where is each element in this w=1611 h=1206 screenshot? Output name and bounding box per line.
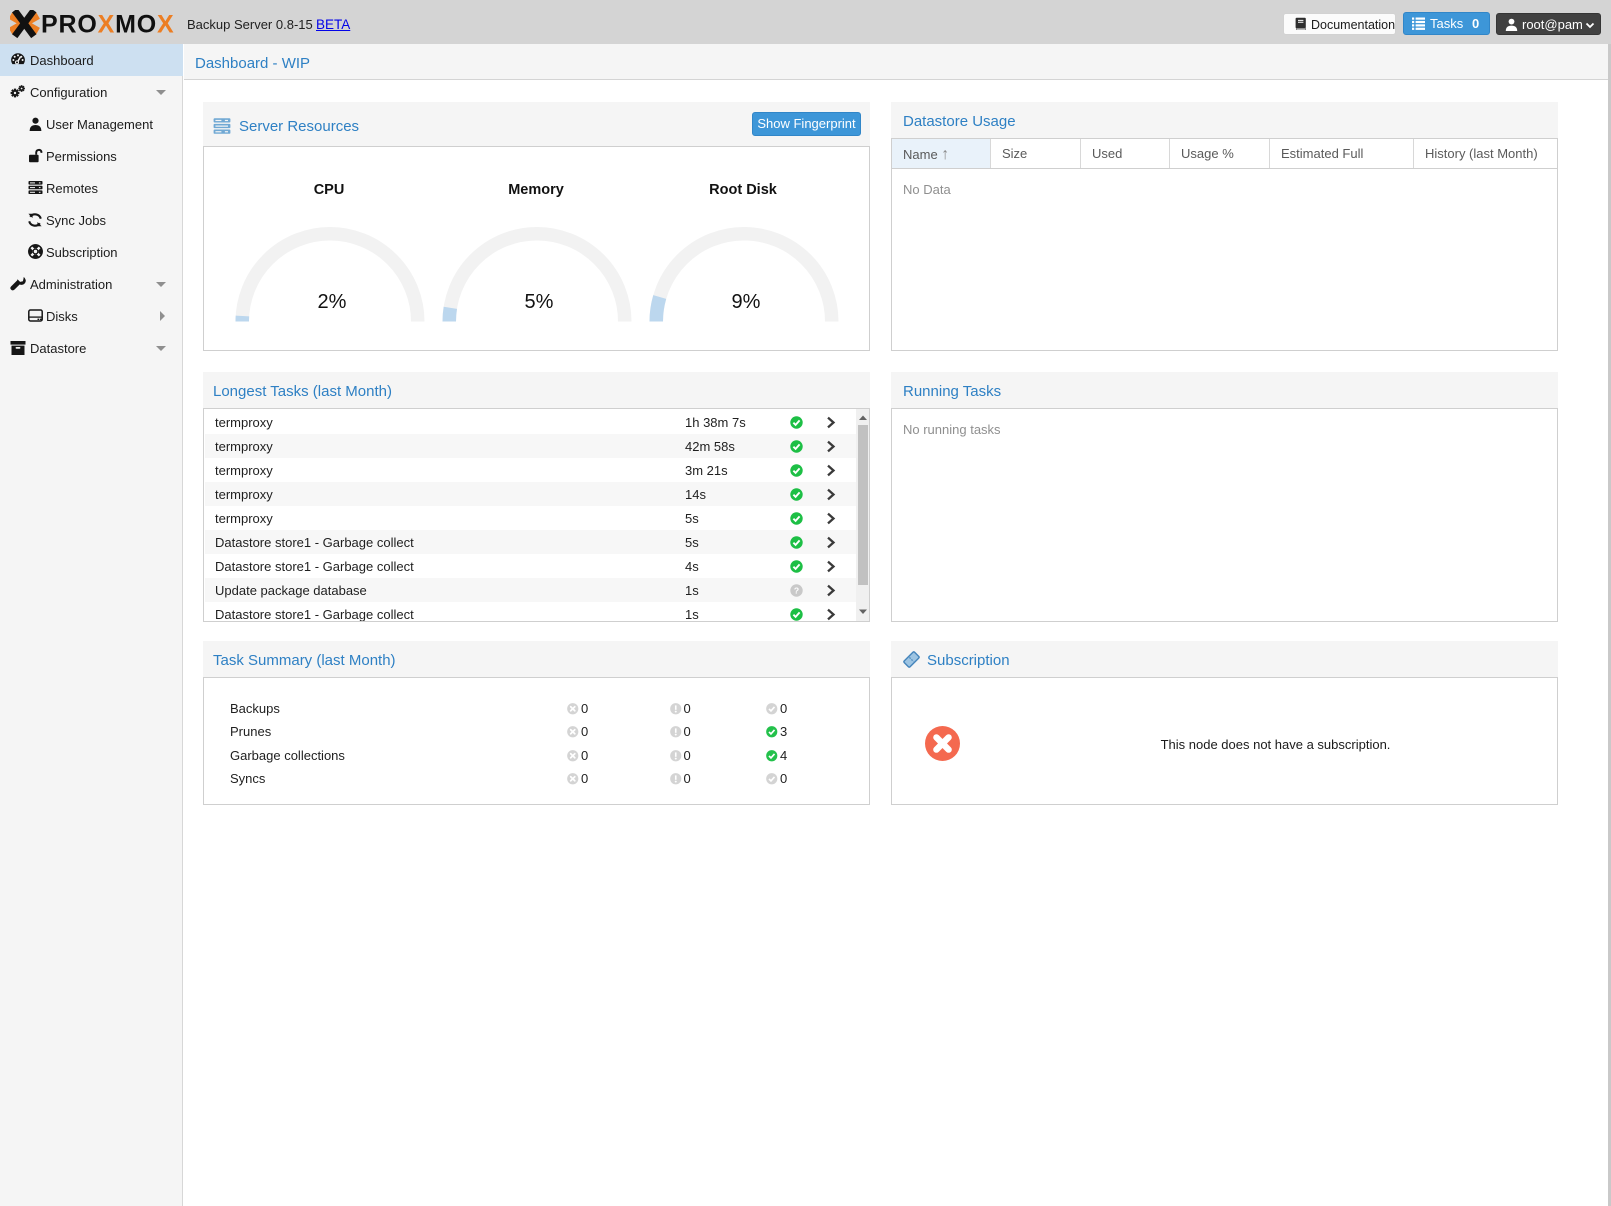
svg-text:?: ? [793, 585, 798, 595]
svg-text:PROXMOX: PROXMOX [41, 11, 174, 39]
